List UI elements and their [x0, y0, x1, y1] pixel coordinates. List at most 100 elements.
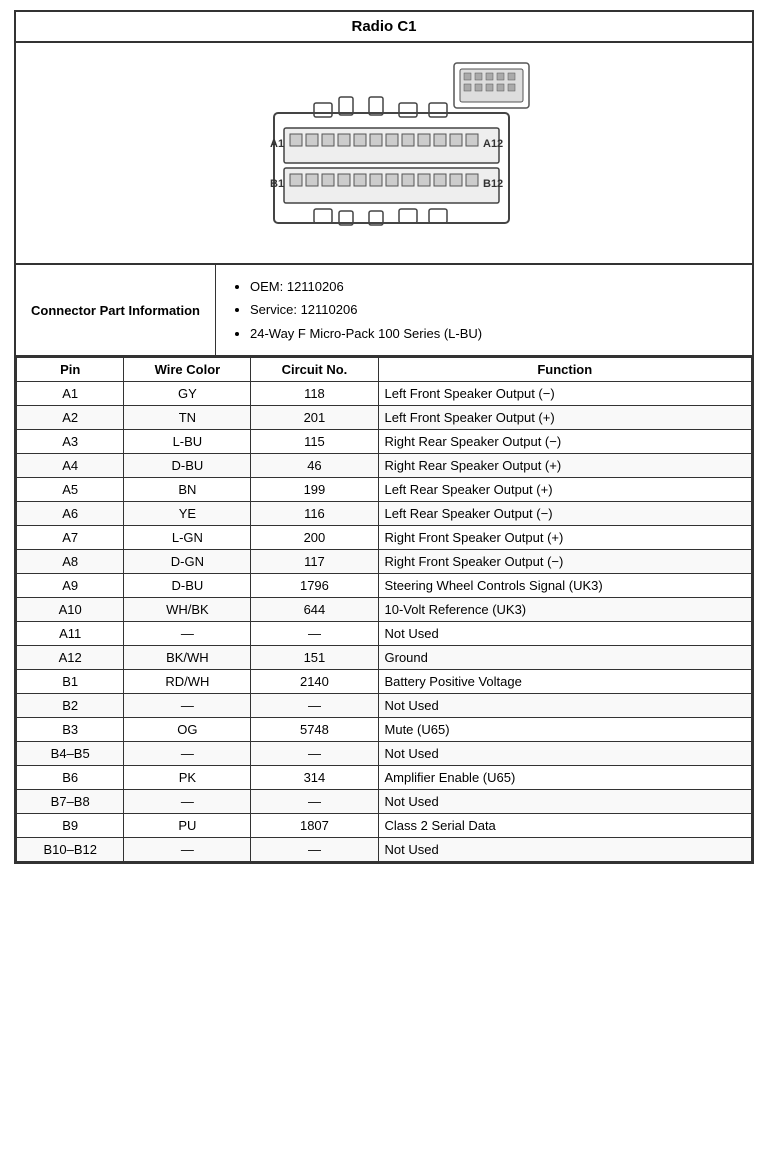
table-cell-9-2: 644 [251, 598, 378, 622]
table-cell-8-2: 1796 [251, 574, 378, 598]
table-cell-10-0: A11 [17, 622, 124, 646]
table-cell-15-3: Not Used [378, 742, 751, 766]
table-cell-5-0: A6 [17, 502, 124, 526]
table-row: A2TN201Left Front Speaker Output (+) [17, 406, 752, 430]
table-cell-12-1: RD/WH [124, 670, 251, 694]
table-cell-15-2: — [251, 742, 378, 766]
page-wrapper: Radio C1 [14, 10, 754, 864]
table-cell-1-2: 201 [251, 406, 378, 430]
table-cell-15-1: — [124, 742, 251, 766]
col-header-function: Function [378, 358, 751, 382]
info-bullet-2: 24-Way F Micro-Pack 100 Series (L-BU) [250, 322, 482, 345]
table-row: A9D-BU1796Steering Wheel Controls Signal… [17, 574, 752, 598]
table-cell-13-2: — [251, 694, 378, 718]
table-cell-0-1: GY [124, 382, 251, 406]
table-row: A10WH/BK64410-Volt Reference (UK3) [17, 598, 752, 622]
table-cell-11-3: Ground [378, 646, 751, 670]
table-row: B6PK314Amplifier Enable (U65) [17, 766, 752, 790]
table-cell-9-3: 10-Volt Reference (UK3) [378, 598, 751, 622]
table-cell-6-0: A7 [17, 526, 124, 550]
table-cell-3-0: A4 [17, 454, 124, 478]
table-row: B3OG5748Mute (U65) [17, 718, 752, 742]
table-cell-12-3: Battery Positive Voltage [378, 670, 751, 694]
table-cell-5-2: 116 [251, 502, 378, 526]
table-cell-10-2: — [251, 622, 378, 646]
svg-text:A12: A12 [483, 138, 503, 150]
col-header-wire: Wire Color [124, 358, 251, 382]
table-cell-0-3: Left Front Speaker Output (−) [378, 382, 751, 406]
table-cell-7-1: D-GN [124, 550, 251, 574]
table-cell-7-3: Right Front Speaker Output (−) [378, 550, 751, 574]
table-row: B4–B5——Not Used [17, 742, 752, 766]
table-cell-0-2: 118 [251, 382, 378, 406]
svg-text:B12: B12 [483, 178, 503, 190]
table-row: B1RD/WH2140Battery Positive Voltage [17, 670, 752, 694]
svg-text:B1: B1 [270, 178, 284, 190]
table-cell-19-2: — [251, 838, 378, 862]
connector-diagram: A1 A12 B1 B12 [224, 53, 544, 253]
svg-text:A1: A1 [270, 138, 284, 150]
table-cell-18-1: PU [124, 814, 251, 838]
table-cell-0-0: A1 [17, 382, 124, 406]
table-cell-19-0: B10–B12 [17, 838, 124, 862]
page-title: Radio C1 [16, 12, 752, 43]
table-cell-1-0: A2 [17, 406, 124, 430]
table-cell-13-3: Not Used [378, 694, 751, 718]
table-cell-16-0: B6 [17, 766, 124, 790]
table-cell-17-0: B7–B8 [17, 790, 124, 814]
table-cell-6-3: Right Front Speaker Output (+) [378, 526, 751, 550]
table-cell-9-1: WH/BK [124, 598, 251, 622]
table-cell-17-1: — [124, 790, 251, 814]
col-header-circuit: Circuit No. [251, 358, 378, 382]
table-cell-8-0: A9 [17, 574, 124, 598]
table-cell-2-3: Right Rear Speaker Output (−) [378, 430, 751, 454]
table-row: A4D-BU46Right Rear Speaker Output (+) [17, 454, 752, 478]
table-cell-2-2: 115 [251, 430, 378, 454]
table-row: B9PU1807Class 2 Serial Data [17, 814, 752, 838]
table-cell-10-1: — [124, 622, 251, 646]
table-cell-17-3: Not Used [378, 790, 751, 814]
table-cell-13-1: — [124, 694, 251, 718]
table-row: A8D-GN117Right Front Speaker Output (−) [17, 550, 752, 574]
table-cell-11-1: BK/WH [124, 646, 251, 670]
table-cell-14-0: B3 [17, 718, 124, 742]
table-cell-19-3: Not Used [378, 838, 751, 862]
info-content: OEM: 12110206 Service: 12110206 24-Way F… [216, 265, 498, 355]
table-cell-7-2: 117 [251, 550, 378, 574]
table-cell-4-2: 199 [251, 478, 378, 502]
table-cell-7-0: A8 [17, 550, 124, 574]
info-bullet-1: Service: 12110206 [250, 298, 482, 321]
table-row: A12BK/WH151Ground [17, 646, 752, 670]
table-cell-11-0: A12 [17, 646, 124, 670]
table-cell-4-3: Left Rear Speaker Output (+) [378, 478, 751, 502]
table-cell-3-2: 46 [251, 454, 378, 478]
table-cell-4-1: BN [124, 478, 251, 502]
table-cell-14-2: 5748 [251, 718, 378, 742]
table-cell-8-3: Steering Wheel Controls Signal (UK3) [378, 574, 751, 598]
table-cell-16-2: 314 [251, 766, 378, 790]
table-cell-3-1: D-BU [124, 454, 251, 478]
table-cell-6-2: 200 [251, 526, 378, 550]
table-cell-14-3: Mute (U65) [378, 718, 751, 742]
table-cell-13-0: B2 [17, 694, 124, 718]
col-header-pin: Pin [17, 358, 124, 382]
info-section-label: Connector Part Information [16, 265, 216, 355]
table-cell-5-3: Left Rear Speaker Output (−) [378, 502, 751, 526]
info-section: Connector Part Information OEM: 12110206… [16, 265, 752, 357]
info-bullets: OEM: 12110206 Service: 12110206 24-Way F… [232, 275, 482, 345]
table-cell-8-1: D-BU [124, 574, 251, 598]
diagram-section: A1 A12 B1 B12 [16, 43, 752, 265]
table-cell-16-3: Amplifier Enable (U65) [378, 766, 751, 790]
info-bullet-0: OEM: 12110206 [250, 275, 482, 298]
table-cell-1-3: Left Front Speaker Output (+) [378, 406, 751, 430]
table-cell-9-0: A10 [17, 598, 124, 622]
table-cell-19-1: — [124, 838, 251, 862]
table-row: A11——Not Used [17, 622, 752, 646]
table-row: A6YE116Left Rear Speaker Output (−) [17, 502, 752, 526]
table-cell-1-1: TN [124, 406, 251, 430]
table-row: A7L-GN200Right Front Speaker Output (+) [17, 526, 752, 550]
table-cell-17-2: — [251, 790, 378, 814]
table-cell-6-1: L-GN [124, 526, 251, 550]
table-row: A5BN199Left Rear Speaker Output (+) [17, 478, 752, 502]
table-cell-15-0: B4–B5 [17, 742, 124, 766]
